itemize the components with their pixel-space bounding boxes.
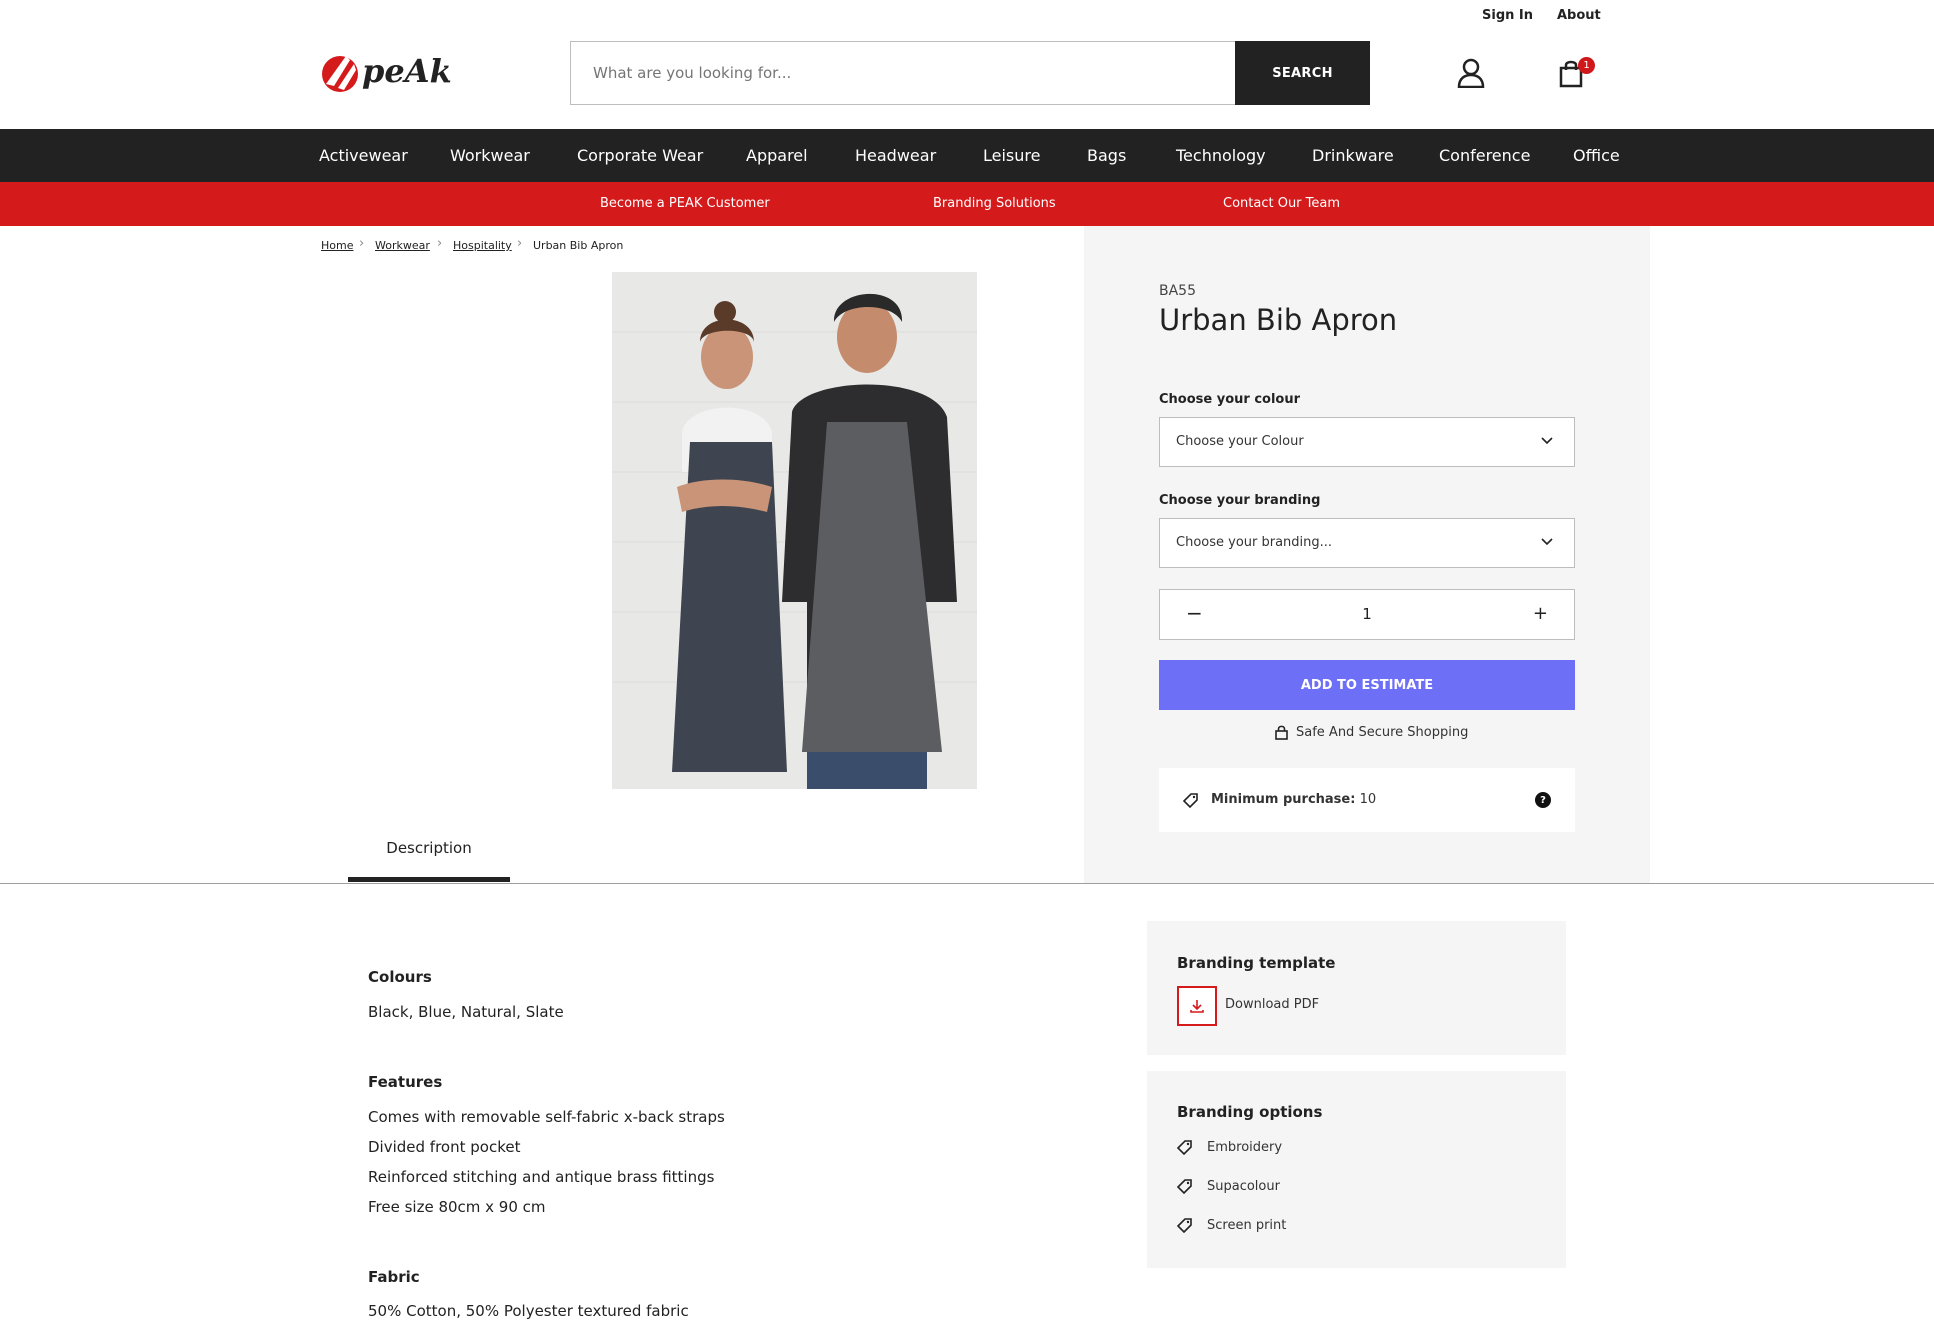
nav-workwear[interactable]: Workwear	[450, 129, 530, 182]
branding-options-title: Branding options	[1177, 1103, 1323, 1121]
nav-technology[interactable]: Technology	[1176, 129, 1266, 182]
branding-option-label: Screen print	[1207, 1217, 1287, 1233]
quantity-stepper: − 1 +	[1159, 589, 1575, 640]
branding-label: Choose your branding	[1159, 493, 1321, 508]
price-tag-icon	[1177, 1179, 1192, 1194]
branding-options-box: Branding options Embroidery Supacolour S…	[1147, 1071, 1566, 1268]
colours-heading: Colours	[368, 968, 432, 986]
secondary-navigation: Become a PEAK Customer Branding Solution…	[0, 182, 1934, 226]
features-heading: Features	[368, 1073, 443, 1091]
search-box	[570, 41, 1235, 105]
nav-activewear[interactable]: Activewear	[319, 129, 408, 182]
feature-item: Divided front pocket	[368, 1138, 521, 1156]
price-tag-icon	[1177, 1140, 1192, 1155]
nav-corporate-wear[interactable]: Corporate Wear	[577, 129, 703, 182]
subnav-become-customer[interactable]: Become a PEAK Customer	[600, 182, 770, 226]
nav-leisure[interactable]: Leisure	[983, 129, 1040, 182]
branding-template-title: Branding template	[1177, 954, 1336, 972]
tab-divider	[0, 883, 1934, 884]
lock-icon	[1275, 725, 1288, 740]
fabric-text: 50% Cotton, 50% Polyester textured fabri…	[368, 1302, 689, 1320]
chevron-down-icon	[1541, 437, 1553, 445]
help-question-icon[interactable]: ?	[1535, 792, 1551, 808]
branding-option-item: Supacolour	[1177, 1178, 1280, 1194]
nav-conference[interactable]: Conference	[1439, 129, 1530, 182]
feature-item: Free size 80cm x 90 cm	[368, 1198, 546, 1216]
product-image[interactable]	[612, 272, 977, 789]
branding-select[interactable]: Choose your branding...	[1159, 518, 1575, 568]
min-purchase-label: Minimum purchase:	[1211, 792, 1356, 807]
price-tag-icon	[1177, 1218, 1192, 1233]
breadcrumb-chevron-icon: ›	[359, 236, 365, 251]
quantity-value[interactable]: 1	[1160, 590, 1574, 639]
main-navigation: Activewear Workwear Corporate Wear Appar…	[0, 129, 1934, 182]
branding-option-item: Embroidery	[1177, 1139, 1282, 1155]
branding-select-value: Choose your branding...	[1176, 535, 1333, 550]
breadcrumb-home[interactable]: Home	[321, 239, 353, 252]
breadcrumb-current: Urban Bib Apron	[533, 239, 624, 252]
product-sku: BA55	[1159, 283, 1196, 299]
colour-label: Choose your colour	[1159, 392, 1301, 407]
subnav-branding-solutions[interactable]: Branding Solutions	[933, 182, 1056, 226]
breadcrumb-chevron-icon: ›	[437, 236, 443, 251]
add-to-estimate-button[interactable]: ADD TO ESTIMATE	[1159, 660, 1575, 710]
nav-office[interactable]: Office	[1573, 129, 1620, 182]
user-account-icon[interactable]	[1456, 58, 1486, 89]
quantity-increase-button[interactable]: +	[1533, 590, 1548, 639]
search-button[interactable]: SEARCH	[1235, 41, 1370, 105]
colours-text: Black, Blue, Natural, Slate	[368, 1003, 564, 1021]
search-input[interactable]	[571, 42, 1235, 104]
peak-logo[interactable]: peAk	[320, 50, 480, 94]
product-title: Urban Bib Apron	[1159, 303, 1398, 337]
secure-shopping-note: Safe And Secure Shopping	[1275, 725, 1468, 740]
feature-item: Comes with removable self-fabric x-back …	[368, 1108, 725, 1126]
secure-shopping-text: Safe And Secure Shopping	[1296, 725, 1469, 740]
breadcrumb-hospitality[interactable]: Hospitality	[453, 239, 512, 252]
colour-select[interactable]: Choose your Colour	[1159, 417, 1575, 467]
svg-text:peAk: peAk	[362, 52, 452, 90]
minimum-purchase-box: Minimum purchase: 10 ?	[1159, 768, 1575, 832]
quantity-decrease-button[interactable]: −	[1186, 590, 1203, 639]
feature-item: Reinforced stitching and antique brass f…	[368, 1168, 715, 1186]
nav-drinkware[interactable]: Drinkware	[1312, 129, 1394, 182]
branding-option-item: Screen print	[1177, 1217, 1286, 1233]
download-pdf-link[interactable]: Download PDF	[1225, 997, 1319, 1012]
min-purchase-value: 10	[1359, 792, 1377, 807]
breadcrumb-workwear[interactable]: Workwear	[375, 239, 430, 252]
cart-count-badge: 1	[1578, 57, 1595, 74]
colour-select-value: Choose your Colour	[1176, 434, 1304, 449]
fabric-heading: Fabric	[368, 1268, 420, 1286]
chevron-down-icon	[1541, 538, 1553, 546]
breadcrumb-chevron-icon: ›	[517, 236, 523, 251]
tab-description[interactable]: Description	[348, 826, 510, 882]
nav-headwear[interactable]: Headwear	[855, 129, 936, 182]
nav-apparel[interactable]: Apparel	[746, 129, 808, 182]
branding-template-box: Branding template Download PDF	[1147, 921, 1566, 1055]
nav-bags[interactable]: Bags	[1087, 129, 1126, 182]
download-icon[interactable]	[1177, 986, 1217, 1026]
about-link[interactable]: About	[1557, 8, 1601, 23]
branding-option-label: Embroidery	[1207, 1139, 1283, 1155]
sign-in-link[interactable]: Sign In	[1482, 8, 1533, 23]
branding-option-label: Supacolour	[1207, 1178, 1280, 1194]
price-tag-icon	[1183, 793, 1198, 808]
subnav-contact-team[interactable]: Contact Our Team	[1223, 182, 1340, 226]
